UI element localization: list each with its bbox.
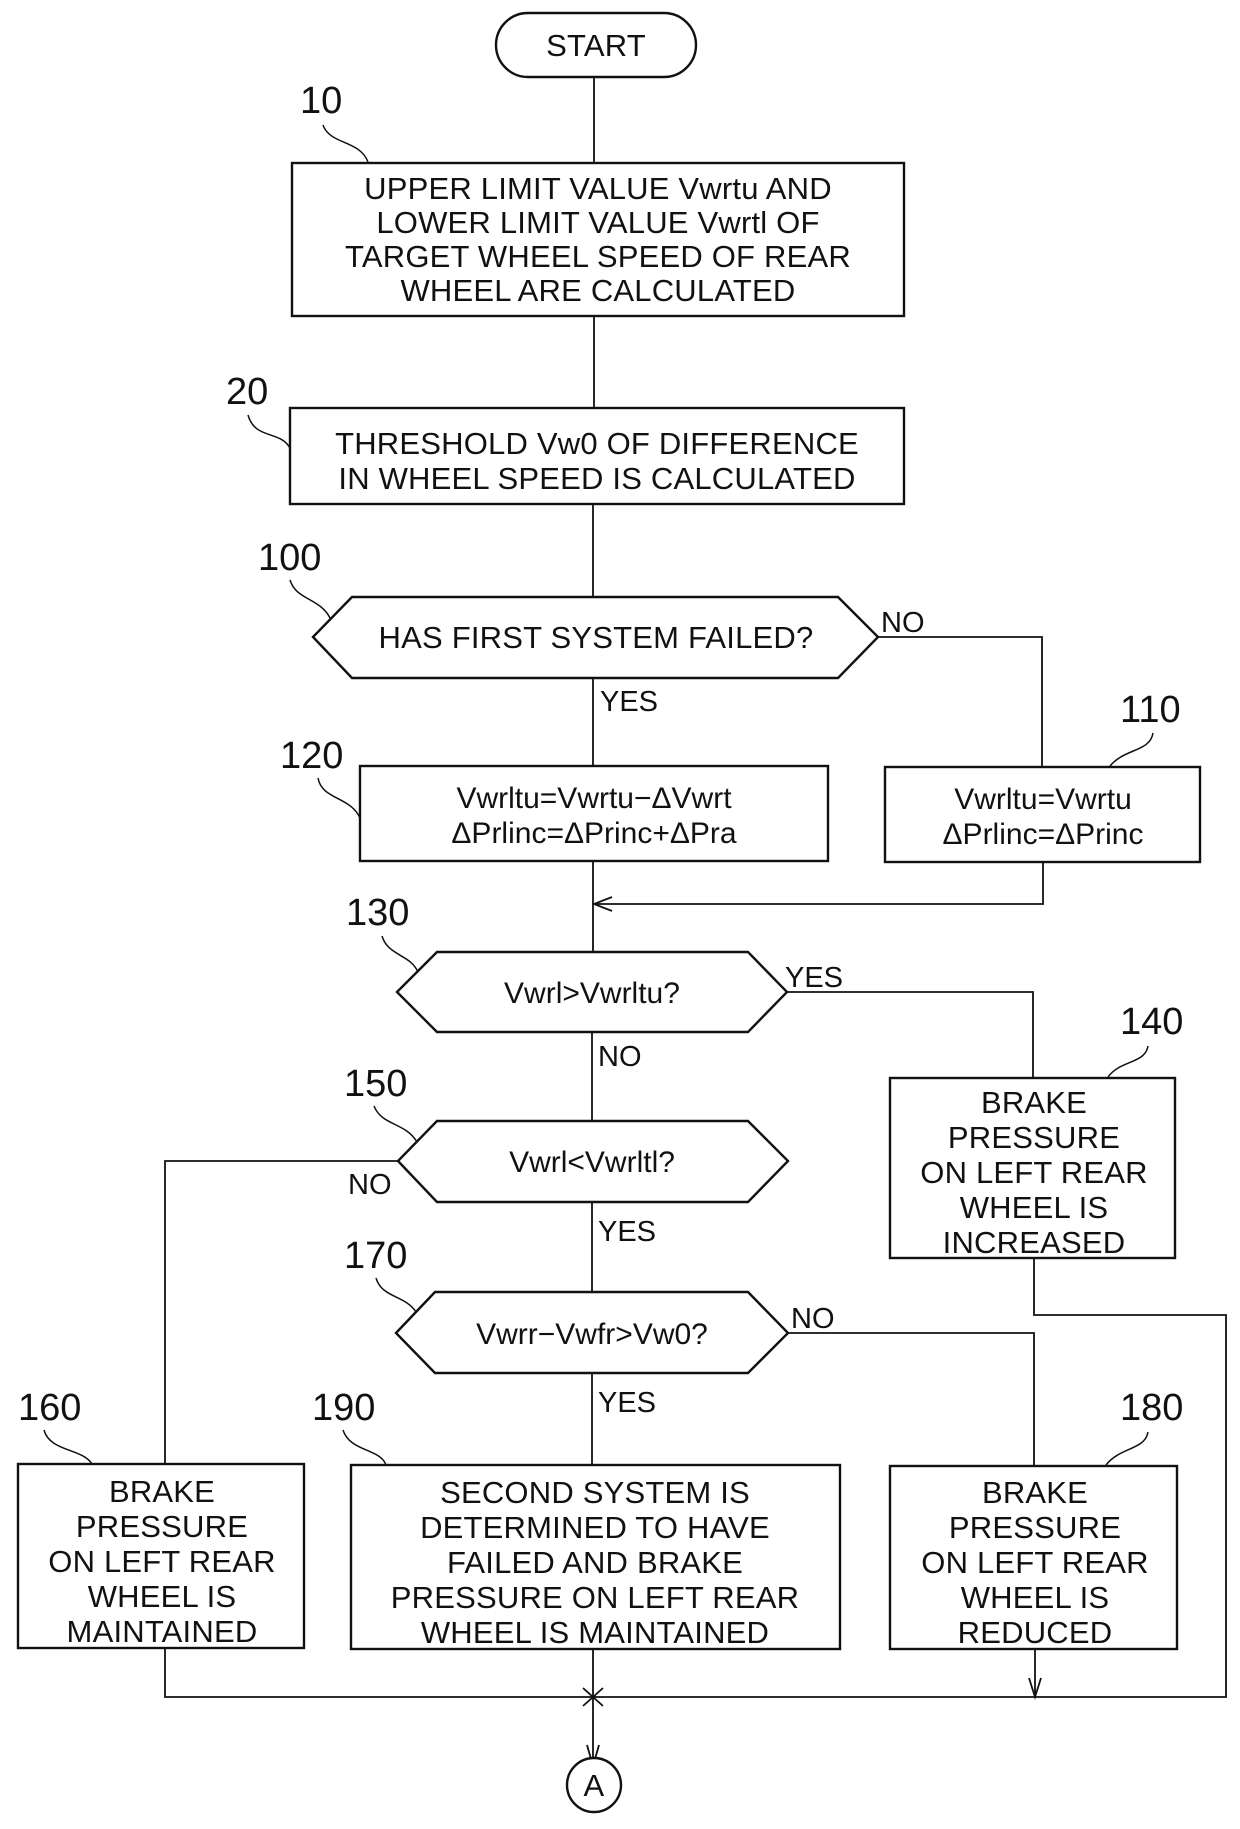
decision-170-text: Vwrr−Vwfr>Vw0? <box>476 1318 708 1351</box>
node-180-line-2: PRESSURE <box>949 1510 1121 1545</box>
d130-no-label: NO <box>598 1041 642 1073</box>
connector-label: A <box>584 1768 605 1803</box>
node-190-line-3: FAILED AND BRAKE <box>447 1545 743 1580</box>
node-120: 120 Vwrltu=Vwrtu−ΔVwrt ΔPrlinc=ΔPrinc+ΔP… <box>280 735 830 863</box>
node-190: 190 SECOND SYSTEM IS DETERMINED TO HAVE … <box>312 1387 842 1651</box>
node-160: 160 BRAKE PRESSURE ON LEFT REAR WHEEL IS… <box>16 1387 306 1650</box>
node-190-line-2: DETERMINED TO HAVE <box>420 1510 770 1545</box>
leader-180 <box>1105 1431 1149 1466</box>
leader-130 <box>381 935 419 973</box>
d150-yes-label: YES <box>598 1216 656 1248</box>
ref-number-180: 180 <box>1120 1387 1183 1429</box>
node-160-line-5: MAINTAINED <box>67 1614 258 1649</box>
node-160-line-4: WHEEL IS <box>88 1579 237 1614</box>
node-10-line-2: LOWER LIMIT VALUE Vwrtl OF <box>376 205 819 240</box>
leader-20 <box>247 414 291 449</box>
node-20-line-2: IN WHEEL SPEED IS CALCULATED <box>338 461 855 496</box>
ref-number-100: 100 <box>258 537 321 579</box>
edge-110-merge <box>594 862 1044 905</box>
node-20-line-1: THRESHOLD Vw0 OF DIFFERENCE <box>335 426 859 461</box>
node-140: 140 BRAKE PRESSURE ON LEFT REAR WHEEL IS… <box>888 1001 1183 1260</box>
leader-110 <box>1109 732 1154 767</box>
node-140-line-1: BRAKE <box>981 1085 1087 1120</box>
edge-130-140-yes <box>787 991 1034 1078</box>
node-20: 20 THRESHOLD Vw0 OF DIFFERENCE IN WHEEL … <box>226 371 906 506</box>
edge-160-out <box>164 1648 594 1698</box>
leader-10 <box>322 124 369 163</box>
node-140-line-4: WHEEL IS <box>960 1190 1109 1225</box>
decision-130: 130 Vwrl>Vwrltu? YES NO <box>346 892 843 1073</box>
edge-100-110-no <box>878 636 1043 767</box>
node-140-line-3: ON LEFT REAR <box>920 1155 1147 1190</box>
ref-number-170: 170 <box>344 1235 407 1277</box>
d170-yes-label: YES <box>598 1387 656 1419</box>
node-190-line-5: WHEEL IS MAINTAINED <box>421 1615 769 1650</box>
decision-170: 170 Vwrr−Vwfr>Vw0? NO YES <box>344 1235 835 1419</box>
ref-number-130: 130 <box>346 892 409 934</box>
decision-150-text: Vwrl<Vwrltl? <box>509 1146 675 1179</box>
flowchart: START 10 UPPER LIMIT VALUE Vwrtu AND LOW… <box>16 11 1227 1814</box>
ref-number-190: 190 <box>312 1387 375 1429</box>
decision-130-text: Vwrl>Vwrltu? <box>504 977 680 1010</box>
node-180-line-5: REDUCED <box>958 1615 1113 1650</box>
node-10-line-3: TARGET WHEEL SPEED OF REAR <box>345 239 851 274</box>
leader-140 <box>1107 1045 1149 1078</box>
node-110-line-2: ΔPrlinc=ΔPrinc <box>943 818 1144 851</box>
ref-number-120: 120 <box>280 735 343 777</box>
ref-number-110: 110 <box>1120 689 1181 731</box>
node-190-line-4: PRESSURE ON LEFT REAR <box>391 1580 799 1615</box>
start-label: START <box>546 28 646 63</box>
node-180: 180 BRAKE PRESSURE ON LEFT REAR WHEEL IS… <box>888 1387 1183 1651</box>
d150-no-label: NO <box>348 1169 392 1201</box>
node-120-line-1: Vwrltu=Vwrtu−ΔVwrt <box>456 782 732 815</box>
ref-number-150: 150 <box>344 1063 407 1105</box>
d100-yes-label: YES <box>600 686 658 718</box>
node-120-line-2: ΔPrlinc=ΔPrinc+ΔPra <box>451 817 737 850</box>
node-10: 10 UPPER LIMIT VALUE Vwrtu AND LOWER LIM… <box>290 80 906 318</box>
d130-yes-label: YES <box>785 962 843 994</box>
leader-150 <box>373 1105 418 1143</box>
leader-190 <box>342 1429 387 1466</box>
leader-120 <box>317 777 361 819</box>
node-160-line-1: BRAKE <box>109 1474 215 1509</box>
node-190-line-1: SECOND SYSTEM IS <box>440 1475 750 1510</box>
d100-no-label: NO <box>881 607 925 639</box>
node-160-line-3: ON LEFT REAR <box>48 1544 275 1579</box>
leader-170 <box>375 1277 417 1313</box>
connector-A: A <box>565 1756 623 1814</box>
node-180-line-1: BRAKE <box>982 1475 1088 1510</box>
node-180-line-3: ON LEFT REAR <box>921 1545 1148 1580</box>
ref-number-160: 160 <box>18 1387 81 1429</box>
ref-number-20: 20 <box>226 371 268 413</box>
edge-170-180-no <box>788 1332 1035 1466</box>
node-180-line-4: WHEEL IS <box>961 1580 1110 1615</box>
node-140-line-5: INCREASED <box>943 1225 1126 1260</box>
node-110-line-1: Vwrltu=Vwrtu <box>954 783 1132 816</box>
node-140-line-2: PRESSURE <box>948 1120 1120 1155</box>
start-terminal: START <box>494 11 698 79</box>
node-10-line-4: WHEEL ARE CALCULATED <box>400 273 795 308</box>
decision-100-text: HAS FIRST SYSTEM FAILED? <box>379 620 814 655</box>
node-10-line-1: UPPER LIMIT VALUE Vwrtu AND <box>364 171 832 206</box>
decision-150: 150 Vwrl<Vwrltl? NO YES <box>344 1063 790 1248</box>
ref-number-140: 140 <box>1120 1001 1183 1043</box>
decision-100: 100 HAS FIRST SYSTEM FAILED? NO YES <box>258 537 925 718</box>
leader-160 <box>43 1429 93 1465</box>
d170-no-label: NO <box>791 1303 835 1335</box>
leader-100 <box>289 579 331 619</box>
node-160-line-2: PRESSURE <box>76 1509 248 1544</box>
ref-number-10: 10 <box>300 80 342 122</box>
